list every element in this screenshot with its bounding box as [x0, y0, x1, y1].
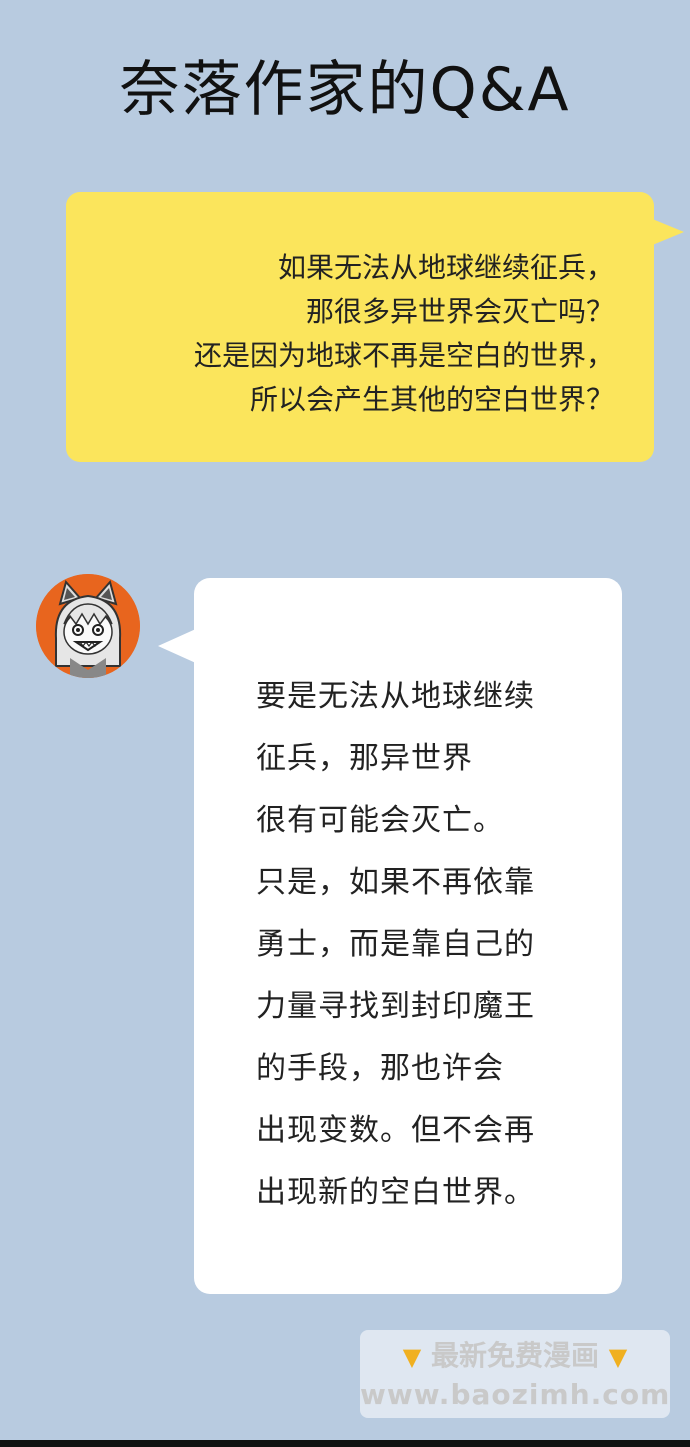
bottom-bar	[0, 1440, 690, 1447]
question-bubble-tail	[650, 218, 684, 246]
question-line: 所以会产生其他的空白世界？	[249, 383, 614, 416]
answer-line: 勇士，而是靠自己的	[256, 927, 535, 962]
watermark[interactable]: ▼ 最新免费漫画 ▼ www.baozimh.com	[360, 1330, 670, 1418]
answer-text: 要是无法从地球继续 征兵，那异世界 很有可能会灭亡。 只是，如果不再依靠 勇士，…	[256, 666, 535, 1224]
author-avatar-icon	[36, 574, 140, 678]
pointing-down-hand-icon: ▼	[608, 1343, 628, 1371]
answer-line: 只是，如果不再依靠	[256, 865, 535, 900]
answer-line: 要是无法从地球继续	[256, 679, 535, 714]
answer-bubble: 要是无法从地球继续 征兵，那异世界 很有可能会灭亡。 只是，如果不再依靠 勇士，…	[194, 578, 622, 1294]
question-text: 如果无法从地球继续征兵， 那很多异世界会灭亡吗？ 还是因为地球不再是空白的世界，…	[194, 246, 614, 422]
page-title: 奈落作家的Q&A	[119, 55, 571, 125]
question-line: 那很多异世界会灭亡吗？	[305, 295, 614, 328]
question-bubble: 如果无法从地球继续征兵， 那很多异世界会灭亡吗？ 还是因为地球不再是空白的世界，…	[66, 192, 654, 462]
watermark-line1: 最新免费漫画	[430, 1339, 599, 1372]
answer-line: 力量寻找到封印魔王	[256, 989, 535, 1024]
answer-bubble-tail	[158, 628, 198, 664]
answer-line: 出现新的空白世界。	[256, 1175, 535, 1210]
answer-line: 的手段，那也许会	[256, 1051, 504, 1086]
answer-line: 很有可能会灭亡。	[256, 803, 504, 838]
answer-line: 出现变数。但不会再	[256, 1113, 535, 1148]
pointing-down-hand-icon: ▼	[402, 1343, 422, 1371]
question-line: 如果无法从地球继续征兵，	[277, 251, 614, 284]
question-line: 还是因为地球不再是空白的世界，	[193, 339, 614, 372]
answer-line: 征兵，那异世界	[256, 741, 473, 776]
watermark-line2: www.baozimh.com	[360, 1378, 671, 1411]
